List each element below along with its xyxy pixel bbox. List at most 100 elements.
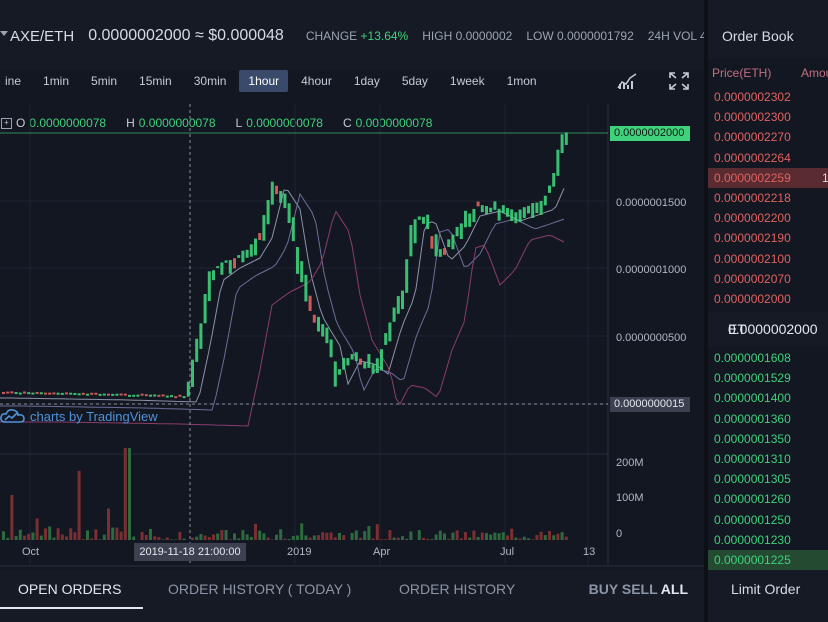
bid-row[interactable]: 0.0000001400	[708, 388, 828, 408]
ask-row[interactable]: 0.0000002259 1	[708, 167, 828, 188]
price-axis-label: 0.0000001500	[616, 197, 687, 209]
ask-row[interactable]: 0.0000002270	[708, 127, 828, 147]
active-tab-underline	[0, 607, 143, 609]
volume-bar	[111, 527, 115, 540]
volume-bar	[451, 532, 455, 540]
bid-price: 0.0000001360	[714, 411, 791, 426]
watermark-text: charts by TradingView	[30, 408, 158, 424]
ask-row[interactable]: 0.0000002190	[708, 228, 828, 248]
tab-order-history-today[interactable]: ORDER HISTORY ( TODAY )	[168, 581, 351, 597]
candle	[506, 208, 509, 217]
candle	[186, 381, 190, 397]
candle	[531, 203, 535, 218]
tab-open-orders[interactable]: OPEN ORDERS	[18, 581, 121, 597]
cursor-price-tag: 0.0000000015	[610, 397, 690, 412]
volume-bar	[443, 533, 446, 540]
bid-row[interactable]: 0.0000001305	[708, 469, 828, 489]
candle	[228, 260, 232, 274]
volume-bar	[69, 528, 73, 540]
candle	[86, 393, 89, 396]
volume-bar	[6, 537, 10, 540]
bid-row[interactable]: 0.0000001608	[708, 348, 828, 368]
volume-axis-label: 200M	[616, 457, 644, 469]
volume-bar	[233, 533, 236, 540]
filter-buy[interactable]: BUY	[589, 581, 618, 597]
candle	[270, 181, 274, 205]
ask-price: 0.0000002300	[714, 110, 791, 125]
volume-bar	[23, 535, 26, 540]
volume-bar	[510, 528, 514, 540]
volume-bar	[564, 536, 568, 540]
volume-bar	[338, 532, 341, 540]
ask-amount: 1	[822, 170, 828, 185]
bid-row[interactable]: 0.0000001260	[708, 489, 828, 509]
bid-row[interactable]: 0.0000001250	[708, 510, 828, 530]
volume-bar	[476, 536, 480, 540]
ask-row[interactable]: 0.0000002302	[708, 87, 828, 107]
candle	[455, 226, 459, 237]
filter-all[interactable]: ALL	[661, 581, 688, 597]
volume-bar	[447, 538, 451, 540]
candle	[417, 216, 421, 220]
candle	[409, 225, 413, 257]
candle	[363, 362, 367, 369]
volume-bar	[249, 537, 253, 540]
candle	[39, 392, 43, 395]
volume-bar	[56, 528, 60, 540]
candle	[44, 392, 47, 395]
ask-row[interactable]: 0.0000002100	[708, 249, 828, 269]
volume-bar	[35, 518, 39, 540]
tradingview-watermark[interactable]: charts by TradingView	[0, 408, 158, 424]
ask-row[interactable]: 0.0000002218	[708, 188, 828, 208]
candle	[539, 200, 543, 215]
ask-row[interactable]: 0.0000002200	[708, 208, 828, 228]
bid-row[interactable]: 0.0000001529	[708, 368, 828, 388]
ask-row[interactable]: 0.0000002300	[708, 107, 828, 127]
bid-row[interactable]: 0.0000001350	[708, 429, 828, 449]
candle	[98, 393, 102, 396]
time-axis-label: 2019	[287, 546, 312, 558]
candle	[518, 209, 522, 222]
volume-bar	[48, 526, 52, 540]
volume-bar	[31, 532, 35, 540]
candle	[73, 392, 77, 395]
bid-row[interactable]: 0.0000001360	[708, 409, 828, 429]
bid-price: 0.0000001608	[714, 351, 791, 365]
candle	[354, 352, 358, 362]
volume-bar	[170, 539, 173, 540]
bid-row[interactable]: 0.0000001230	[708, 530, 828, 550]
candle	[199, 323, 203, 349]
bid-row[interactable]: 0.0000001310	[708, 449, 828, 469]
candle	[342, 357, 346, 370]
volume-bar	[388, 530, 392, 540]
candle	[132, 394, 136, 397]
bid-row[interactable]: 0.0000001225	[708, 550, 828, 570]
candle	[237, 255, 241, 258]
volume-bar	[44, 528, 47, 540]
tab-order-history[interactable]: ORDER HISTORY	[399, 581, 515, 597]
volume-bar	[98, 539, 102, 540]
order-book-title: Order Book	[722, 28, 794, 44]
candle	[350, 354, 354, 360]
filter-sell[interactable]: SELL	[622, 581, 658, 597]
volume-bar	[527, 538, 530, 540]
ask-row[interactable]: 0.0000002000	[708, 289, 828, 309]
volume-bar	[329, 532, 333, 540]
volume-bar	[375, 524, 379, 540]
ask-row[interactable]: 0.0000002264	[708, 148, 828, 168]
price-chart[interactable]	[0, 0, 704, 570]
candle	[90, 392, 94, 395]
ask-row[interactable]: 0.0000002070	[708, 269, 828, 289]
candle	[136, 394, 140, 397]
volume-bar	[283, 538, 287, 540]
order-form-tab: Limit Order	[708, 570, 828, 622]
candle	[157, 394, 161, 397]
candle	[123, 393, 127, 396]
volume-bar	[514, 537, 518, 540]
volume-bar	[371, 538, 375, 540]
candle	[233, 258, 236, 269]
tab-limit-order[interactable]: Limit Order	[731, 581, 800, 597]
candle	[392, 307, 396, 322]
volume-bar	[254, 523, 257, 540]
volume-bar	[157, 537, 161, 540]
